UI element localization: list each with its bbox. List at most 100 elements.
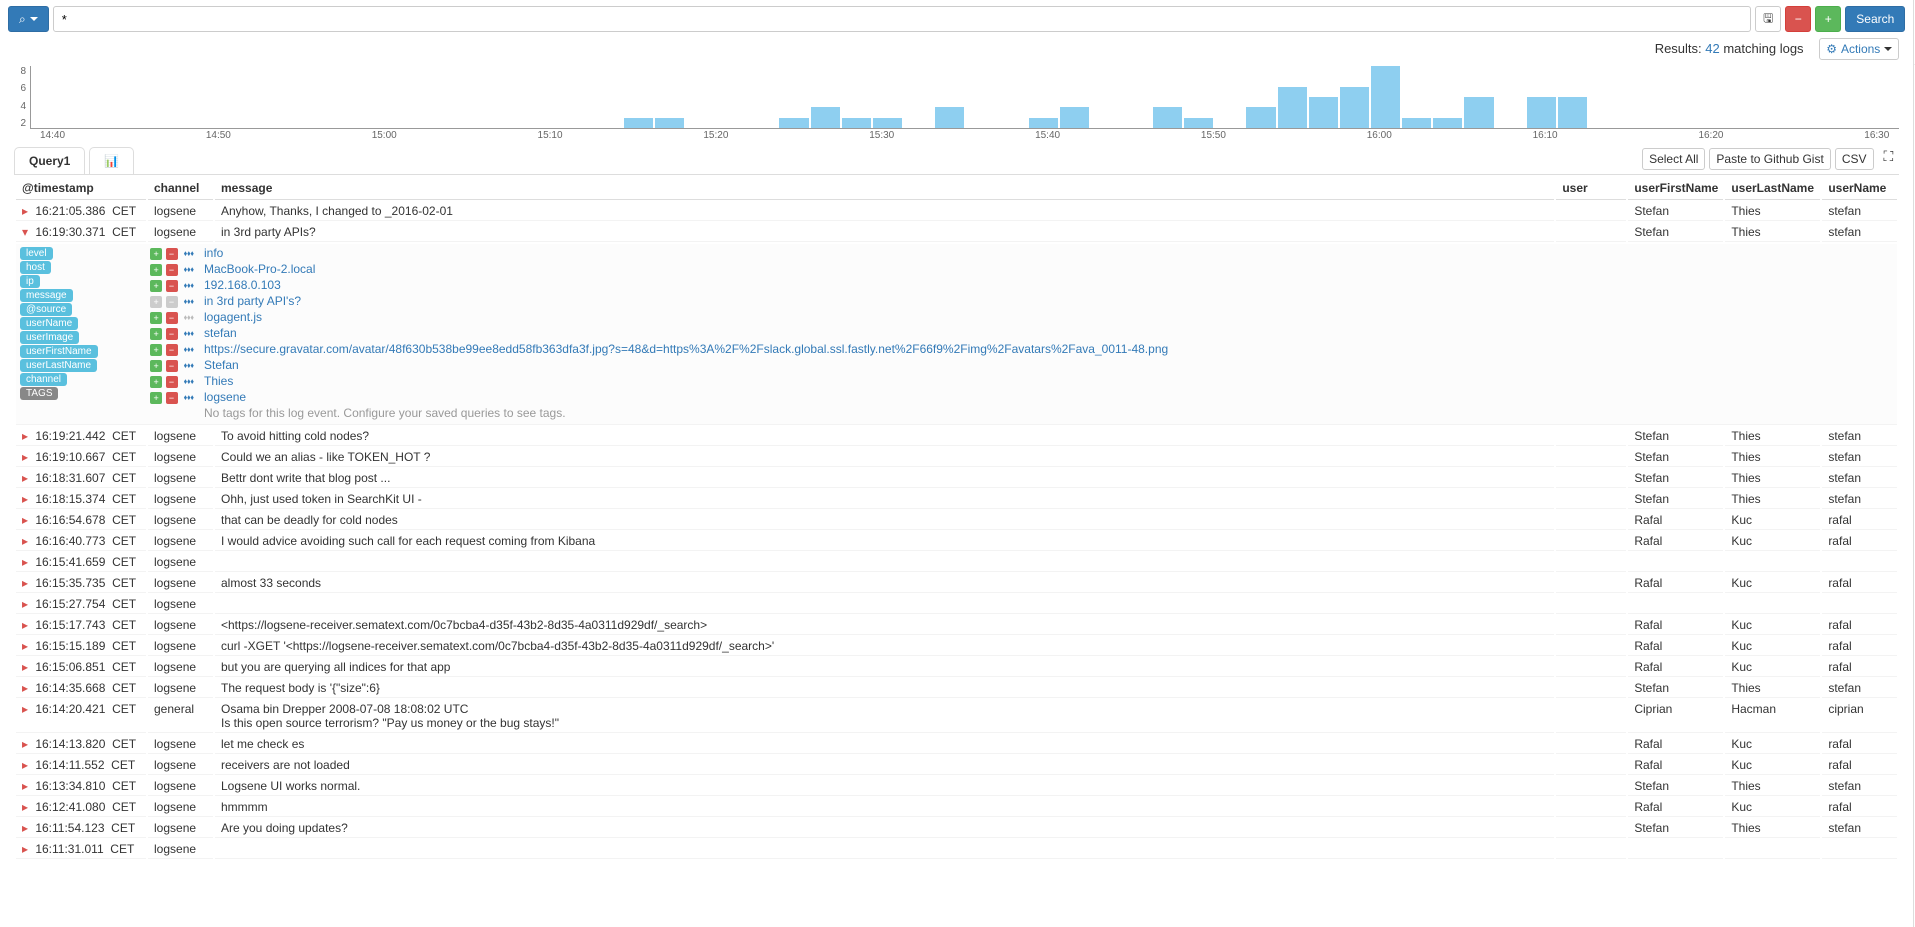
exclude-filter-icon[interactable]: − [166,328,178,340]
table-row[interactable]: 16:12:41.080 CETlogsenehmmmmRafalKucrafa… [16,798,1897,817]
table-row[interactable]: 16:18:15.374 CETlogseneOhh, just used to… [16,490,1897,509]
search-input[interactable] [53,6,1752,32]
detail-value[interactable]: stefan [204,326,237,340]
col-header[interactable]: user [1556,177,1626,200]
table-row[interactable]: 16:14:20.421 CETgeneralOsama bin Drepper… [16,700,1897,733]
detail-value[interactable]: MacBook-Pro-2.local [204,262,315,276]
col-header[interactable]: userName [1822,177,1897,200]
expand-row-icon[interactable] [22,492,32,506]
expand-row-icon[interactable] [22,618,32,632]
table-row[interactable]: 16:11:31.011 CETlogsene [16,840,1897,859]
table-row[interactable]: 16:14:35.668 CETlogseneThe request body … [16,679,1897,698]
table-row[interactable]: 16:15:35.735 CETlogsenealmost 33 seconds… [16,574,1897,593]
chart-icon[interactable]: ⬪⬪⬪ [183,326,195,340]
table-row[interactable]: 16:19:21.442 CETlogseneTo avoid hitting … [16,427,1897,446]
table-row[interactable]: 16:13:34.810 CETlogseneLogsene UI works … [16,777,1897,796]
tab-query1[interactable]: Query1 [14,147,85,174]
exclude-filter-icon[interactable]: − [166,376,178,388]
chart-icon[interactable]: ⬪⬪⬪ [183,294,195,308]
fullscreen-icon[interactable]: ⛶ [1878,148,1900,170]
detail-label[interactable]: userImage [20,331,79,344]
detail-label[interactable]: ip [20,275,40,288]
table-row[interactable]: 16:16:40.773 CETlogseneI would advice av… [16,532,1897,551]
expand-row-icon[interactable] [22,779,32,793]
table-row[interactable]: 16:16:54.678 CETlogsenethat can be deadl… [16,511,1897,530]
add-filter-icon[interactable]: + [150,360,162,372]
table-row[interactable]: 16:21:05.386 CETlogseneAnyhow, Thanks, I… [16,202,1897,221]
add-filter-icon[interactable]: + [150,296,162,308]
chart-icon[interactable]: ⬪⬪⬪ [183,390,195,404]
save-query-button[interactable]: 🖫 [1755,6,1781,32]
expand-row-icon[interactable] [22,513,32,527]
add-filter-button[interactable]: + [1815,6,1841,32]
detail-value[interactable]: info [204,246,223,260]
expand-row-icon[interactable] [22,758,32,772]
expand-row-icon[interactable] [22,821,32,835]
table-row[interactable]: 16:15:17.743 CETlogsene<https://logsene-… [16,616,1897,635]
expand-row-icon[interactable] [22,450,32,464]
col-header[interactable]: channel [148,177,213,200]
csv-button[interactable]: CSV [1835,148,1874,170]
add-filter-icon[interactable]: + [150,392,162,404]
col-header[interactable]: @timestamp [16,177,146,200]
add-filter-icon[interactable]: + [150,344,162,356]
expand-row-icon[interactable] [22,597,32,611]
table-row[interactable]: 16:11:54.123 CETlogseneAre you doing upd… [16,819,1897,838]
chart-icon[interactable]: ⬪⬪⬪ [183,246,195,260]
detail-label[interactable]: @source [20,303,72,316]
chart-icon[interactable]: ⬪⬪⬪ [183,342,195,356]
add-filter-icon[interactable]: + [150,328,162,340]
expand-row-icon[interactable] [22,555,32,569]
actions-dropdown[interactable]: ⚙ Actions [1819,38,1899,60]
table-row[interactable]: 16:19:10.667 CETlogseneCould we an alias… [16,448,1897,467]
add-filter-icon[interactable]: + [150,312,162,324]
exclude-filter-icon[interactable]: − [166,392,178,404]
exclude-filter-icon[interactable]: − [166,280,178,292]
add-filter-icon[interactable]: + [150,280,162,292]
expand-row-icon[interactable] [22,842,32,856]
detail-value[interactable]: Stefan [204,358,239,372]
chart-icon[interactable]: ⬪⬪⬪ [183,310,195,324]
exclude-filter-icon[interactable]: − [166,360,178,372]
detail-label[interactable]: userFirstName [20,345,98,358]
expand-row-icon[interactable] [22,225,32,239]
expand-row-icon[interactable] [22,576,32,590]
expand-row-icon[interactable] [22,639,32,653]
add-filter-icon[interactable]: + [150,264,162,276]
exclude-filter-icon[interactable]: − [166,296,178,308]
remove-filter-button[interactable]: − [1785,6,1811,32]
detail-value[interactable]: Thies [204,374,233,388]
col-header[interactable]: message [215,177,1554,200]
col-header[interactable]: userFirstName [1628,177,1723,200]
expand-row-icon[interactable] [22,737,32,751]
paste-gist-button[interactable]: Paste to Github Gist [1709,148,1830,170]
exclude-filter-icon[interactable]: − [166,344,178,356]
select-all-button[interactable]: Select All [1642,148,1705,170]
histogram-chart[interactable]: 8642 14:4014:5015:0015:1015:2015:3015:40… [30,66,1899,141]
chart-icon[interactable]: ⬪⬪⬪ [183,374,195,388]
table-row[interactable]: 16:14:11.552 CETlogsenereceivers are not… [16,756,1897,775]
expand-row-icon[interactable] [22,471,32,485]
detail-label[interactable]: userName [20,317,78,330]
expand-row-icon[interactable] [22,660,32,674]
add-filter-icon[interactable]: + [150,376,162,388]
detail-label[interactable]: userLastName [20,359,97,372]
table-row[interactable]: 16:15:27.754 CETlogsene [16,595,1897,614]
table-row[interactable]: 16:19:30.371 CETlogsenein 3rd party APIs… [16,223,1897,242]
expand-row-icon[interactable] [22,204,32,218]
detail-label[interactable]: level [20,247,53,260]
table-row[interactable]: 16:15:41.659 CETlogsene [16,553,1897,572]
expand-row-icon[interactable] [22,681,32,695]
search-button[interactable]: Search [1845,6,1905,32]
detail-value[interactable]: in 3rd party API's? [204,294,301,308]
detail-value[interactable]: logagent.js [204,310,262,324]
exclude-filter-icon[interactable]: − [166,264,178,276]
search-menu-button[interactable]: ⌕ [8,6,49,32]
chart-icon[interactable]: ⬪⬪⬪ [183,278,195,292]
chart-icon[interactable]: ⬪⬪⬪ [183,358,195,372]
expand-row-icon[interactable] [22,800,32,814]
detail-value[interactable]: logsene [204,390,246,404]
detail-value[interactable]: https://secure.gravatar.com/avatar/48f63… [204,342,1168,356]
detail-label[interactable]: host [20,261,51,274]
detail-label[interactable]: channel [20,373,67,386]
